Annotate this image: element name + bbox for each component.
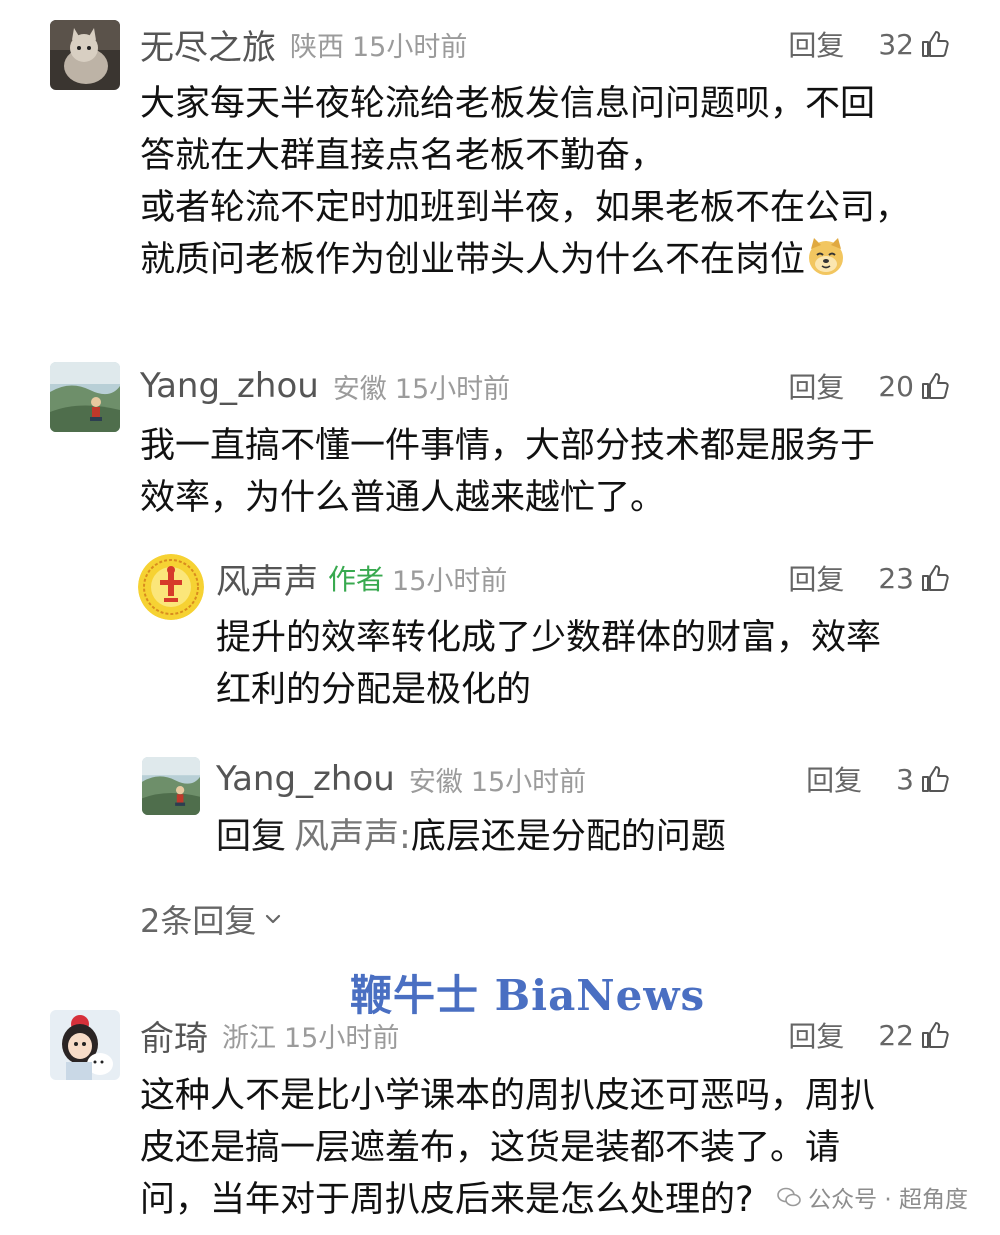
avatar[interactable]	[50, 362, 120, 432]
thumbs-up-icon[interactable]	[920, 563, 950, 593]
location: 陕西	[290, 31, 344, 63]
timestamp: 15小时前	[392, 565, 508, 597]
reply-button[interactable]: 回复	[788, 24, 844, 64]
watermark-source-text: 公众号 · 超角度	[808, 1187, 968, 1213]
reply-button[interactable]: 回复	[788, 558, 844, 598]
timestamp: 15小时前	[470, 766, 587, 798]
landscape-avatar-icon	[50, 362, 120, 432]
like-count: 3	[896, 762, 914, 796]
reply-button[interactable]: 回复	[788, 366, 844, 406]
username[interactable]: 风声声	[216, 554, 318, 603]
thumbs-up-icon[interactable]	[920, 1020, 950, 1050]
wechat-icon	[776, 1184, 802, 1210]
avatar[interactable]	[138, 554, 204, 620]
thumbs-up-icon[interactable]	[920, 764, 950, 794]
thumbs-up-icon[interactable]	[920, 371, 950, 401]
username[interactable]: Yang_zhou	[216, 759, 395, 799]
timestamp: 15小时前	[284, 1022, 400, 1054]
avatar[interactable]	[50, 20, 120, 90]
author-badge: 作者	[328, 563, 385, 596]
chevron-down-icon	[262, 908, 284, 930]
watermark-source: 公众号 · 超角度	[776, 1180, 968, 1214]
reply-content: 底层还是分配的问题	[410, 817, 726, 857]
username[interactable]: Yang_zhou	[140, 366, 319, 406]
location: 浙江	[222, 1022, 276, 1054]
like-count: 20	[878, 369, 914, 403]
comment-text: 这种人不是比小学课本的周扒皮还可恶吗，周扒 皮还是搞一层遮羞布，这货是装都不装了…	[140, 1076, 876, 1220]
comment-text: 我一直搞不懂一件事情，大部分技术都是服务于 效率，为什么普通人越来越忙了。	[140, 426, 876, 518]
avatar[interactable]	[50, 1010, 120, 1080]
girl-avatar-icon	[50, 1010, 120, 1080]
reply-button[interactable]: 回复	[788, 1015, 844, 1055]
thumbs-up-icon[interactable]	[920, 29, 950, 59]
timestamp: 15小时前	[352, 31, 468, 63]
like-count: 23	[878, 561, 914, 595]
reply-target-user[interactable]: 风声声:	[294, 817, 411, 857]
doge-emoji-icon	[805, 235, 847, 277]
landscape-avatar-icon	[142, 757, 200, 815]
reply-text: 回复 风声声:底层还是分配的问题	[216, 811, 726, 863]
username[interactable]: 俞琦	[140, 1011, 208, 1060]
username[interactable]: 无尽之旅	[140, 20, 276, 69]
location: 安徽	[408, 766, 463, 798]
more-replies-label: 2条回复	[140, 902, 257, 940]
reply-prefix: 回复	[216, 817, 287, 857]
comment-item: 无尽之旅 陕西 15小时前 回复 32 大家每天半夜轮流给老板发信息问问题呗，不…	[0, 0, 1000, 300]
reply-button[interactable]: 回复	[806, 759, 862, 799]
reply-text: 提升的效率转化成了少数群体的财富，效率 红利的分配是极化的	[216, 618, 882, 710]
comment-text: 大家每天半夜轮流给老板发信息问问题呗，不回 答就在大群直接点名老板不勤奋， 或者…	[140, 84, 911, 280]
reply-item: Yang_zhou 安徽 15小时前 回复 3 回复 风声声:底层还是分配的问题	[0, 745, 1000, 865]
expand-replies-button[interactable]: 2条回复	[140, 896, 284, 942]
timestamp: 15小时前	[394, 373, 511, 405]
cat-avatar-icon	[50, 20, 120, 90]
like-count: 22	[878, 1018, 914, 1052]
emblem-avatar-icon	[138, 554, 204, 620]
like-count: 32	[878, 27, 914, 61]
location: 安徽	[332, 373, 387, 405]
reply-item: 风声声 作者 15小时前 回复 23 提升的效率转化成了少数群体的财富，效率 红…	[0, 540, 1000, 710]
avatar[interactable]	[142, 757, 200, 815]
